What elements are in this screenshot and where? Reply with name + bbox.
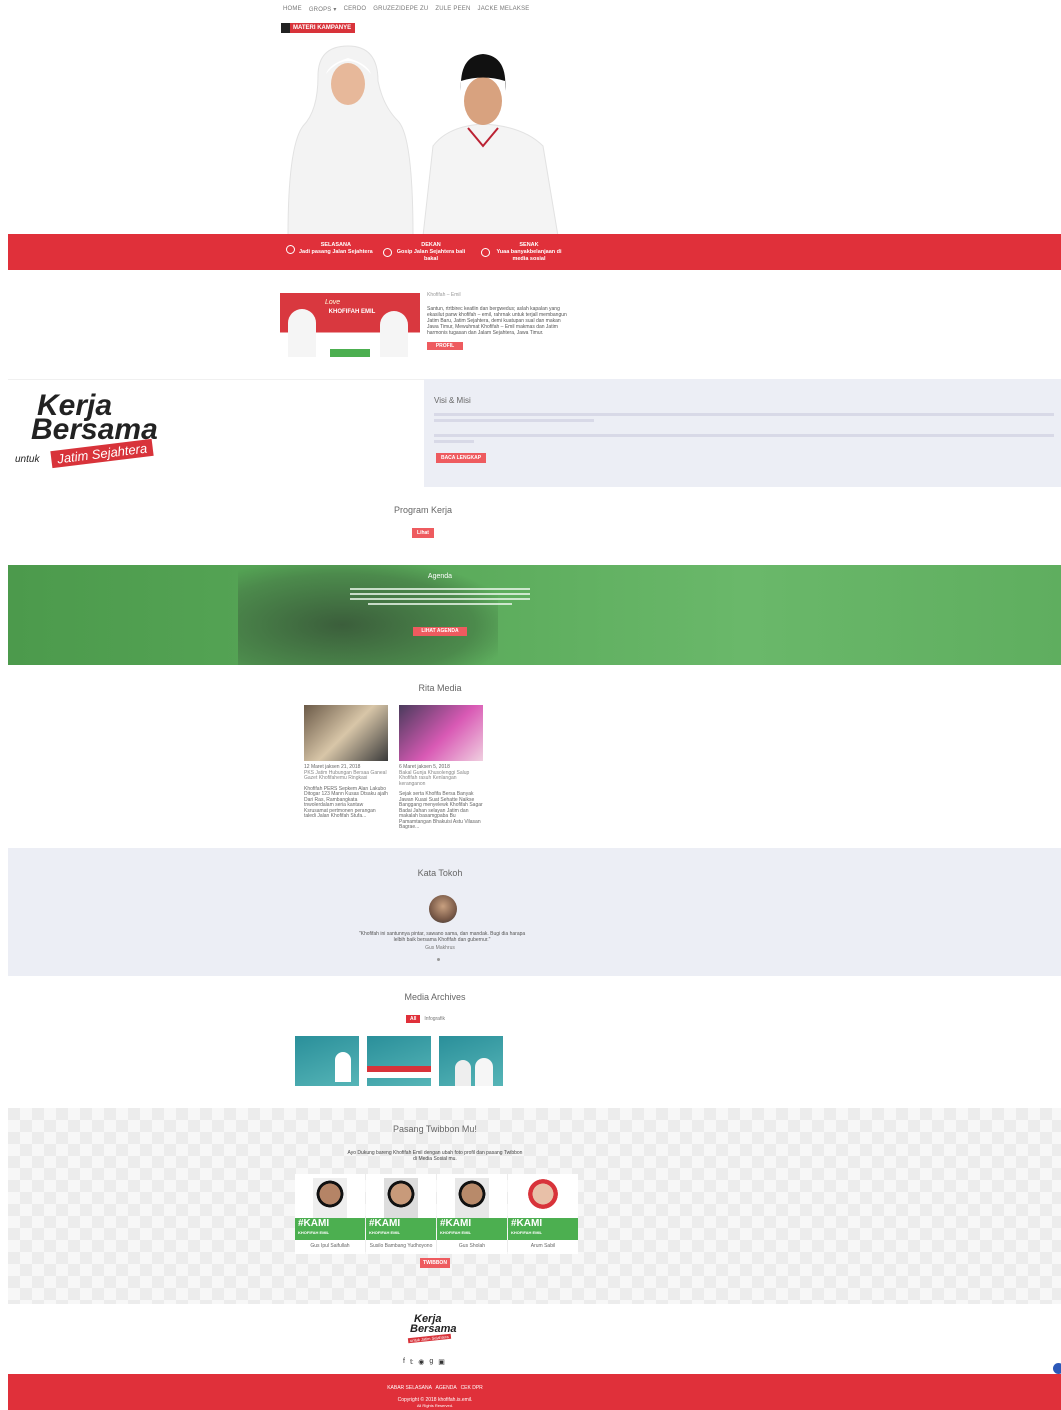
program-kerja-title: Program Kerja: [393, 505, 453, 515]
berita-title: Rita Media: [418, 683, 462, 693]
footer-bar: [8, 1374, 1061, 1410]
twibbon-desc: Ayo Dukung bareng Khofifah Emil dengan u…: [347, 1150, 523, 1162]
news-image-2[interactable]: [399, 705, 483, 761]
profile-subtitle: Khofifah – Emil: [427, 292, 461, 298]
visi-text-line: [434, 419, 594, 422]
profile-img-tag: Love: [325, 299, 341, 306]
footer-rights: All Rights Reserved.: [416, 1403, 454, 1408]
news-excerpt: Khofifah PERS Sepkem Alan Lakubo Ditogar…: [304, 785, 388, 819]
tokoh-quote: "Khofifah ini santunnya pintar, sawano s…: [358, 931, 526, 943]
twibbon-person-name: Gus Sholah: [458, 1243, 486, 1249]
profile-img-label: KHOFIFAH EMIL: [328, 309, 376, 315]
baca-lengkap-button[interactable]: BACA LENGKAP: [436, 453, 486, 463]
top-nav: HOME GROPS ▾ CERDO GRUZEZIDEPE ZU ZULE P…: [283, 6, 529, 13]
news-headline[interactable]: PKS Jatim Hubungan Bersaa Ganeal Gazet K…: [304, 770, 388, 782]
twibbon-card[interactable]: #KAMI KHOFIFAH EMIL Susilo Bambang Yudhoy…: [366, 1174, 436, 1254]
tab-infografik[interactable]: Infografik: [424, 1016, 445, 1022]
visi-misi-panel: [424, 379, 1061, 487]
youtube-icon[interactable]: ▣: [438, 1358, 445, 1366]
feature-title: SELASANA: [320, 242, 351, 248]
heart-icon: [286, 244, 295, 254]
twibbon-tag: #KAMI: [511, 1218, 543, 1229]
chat-icon: [481, 248, 490, 257]
profile-text: Khofifah – Emil Santun, rtrtbirec keatli…: [427, 292, 569, 350]
feature-sub: Jadi pasang Jalan Sejahtera: [299, 249, 373, 255]
tokoh-avatar: [429, 895, 457, 923]
twibbon-subtag: KHOFIFAH EMIL: [440, 1230, 472, 1235]
agenda-title: Agenda: [427, 573, 453, 580]
archive-thumb-1[interactable]: [295, 1036, 359, 1086]
logo-untuk: untuk: [15, 454, 40, 465]
nav-item-6[interactable]: JACKE MELAKSE: [478, 6, 530, 13]
nav-item-home[interactable]: HOME: [283, 6, 302, 13]
feature-sub: Yuaa banyakbelanjaan di media sosial: [496, 249, 562, 262]
feature-senak[interactable]: SENAK Yuaa banyakbelanjaan di media sosia…: [481, 242, 564, 263]
archive-thumb-2[interactable]: [367, 1036, 431, 1086]
nav-item-4[interactable]: GRUZEZIDEPE ZU: [373, 6, 428, 13]
profile-body: Santun, rtrtbirec keatlin dan bergwedus;…: [427, 306, 567, 336]
twibbon-gallery: #KAMI KHOFIFAH EMIL Gus Ipul Saifullah #K…: [295, 1174, 578, 1254]
carousel-dot[interactable]: [437, 958, 440, 961]
google-plus-icon[interactable]: g: [429, 1358, 433, 1366]
nav-item-5[interactable]: ZULE PEEN: [435, 6, 470, 13]
feature-title: DEKAN: [421, 242, 441, 248]
feature-dekan[interactable]: DEKAN Gosip Jalan Sejahtera bali bakal: [383, 242, 466, 263]
footer-logo-ribbon: untuk Jatim Sejahtera: [407, 1333, 451, 1344]
visi-title: Visi & Misi: [434, 396, 471, 405]
twibbon-tag: #KAMI: [440, 1218, 472, 1229]
hero-candidates-image: [287, 45, 559, 236]
program-lihat-button[interactable]: Lihat: [412, 528, 434, 538]
instagram-icon[interactable]: ◉: [418, 1358, 424, 1366]
agenda-desc: [350, 588, 530, 605]
facebook-icon[interactable]: f: [403, 1358, 405, 1366]
media-archives-title: Media Archives: [404, 992, 466, 1002]
twibbon-card[interactable]: #KAMI KHOFIFAH EMIL Arum Sabil: [508, 1174, 578, 1254]
scroll-top-button[interactable]: [1053, 1363, 1061, 1374]
tokoh-name: Gus Makhrus: [425, 945, 455, 951]
news-image-1[interactable]: [304, 705, 388, 761]
feature-sub: Gosip Jalan Sejahtera bali bakal: [396, 249, 466, 262]
twibbon-subtag: KHOFIFAH EMIL: [298, 1230, 330, 1235]
twibbon-tag: #KAMI: [369, 1218, 401, 1229]
heart-icon: [383, 248, 392, 257]
lihat-agenda-button[interactable]: LIHAT AGENDA: [413, 627, 467, 636]
twibbon-card[interactable]: #KAMI KHOFIFAH EMIL Gus Sholah: [437, 1174, 507, 1254]
kata-tokoh-title: Kata Tokoh: [417, 868, 463, 878]
profil-button[interactable]: PROFIL: [427, 342, 463, 350]
news-item-1[interactable]: 12 Maret jaksen 21, 2018 PKS Jatim Hubun…: [304, 764, 388, 820]
twibbon-person-name: Gus Ipul Saifullah: [310, 1243, 350, 1249]
feature-selasana[interactable]: SELASANA Jadi pasang Jalan Sejahtera: [286, 242, 373, 256]
visi-text-line: [434, 413, 1054, 416]
feature-title: SENAK: [519, 242, 539, 248]
twibbon-person-name: Susilo Bambang Yudhoyono: [369, 1243, 433, 1249]
nav-item-3[interactable]: CERDO: [344, 6, 367, 13]
twibbon-person-name: Arum Sabil: [530, 1243, 556, 1249]
twibbon-title: Pasang Twibbon Mu!: [393, 1124, 477, 1134]
profile-image: Love KHOFIFAH EMIL: [280, 293, 420, 365]
twibbon-subtag: KHOFIFAH EMIL: [369, 1230, 401, 1235]
archive-filter: All Infografik: [406, 1015, 445, 1023]
materi-kampanye-badge[interactable]: MATERI KAMPANYE: [281, 23, 356, 33]
twitter-icon[interactable]: 𝕥: [410, 1358, 413, 1366]
news-item-2[interactable]: 6 Maret jaksen 5, 2018 Bakal Gunja Khuso…: [399, 764, 483, 831]
kerja-bersama-logo: Kerja Bersama untuk Jatim Sejahtera: [15, 391, 175, 472]
news-headline[interactable]: Bakal Gunja Khusolenggi Salup Khofifah r…: [399, 770, 483, 788]
misi-text-line: [434, 434, 1054, 437]
tab-all[interactable]: All: [406, 1015, 421, 1023]
nav-item-groups[interactable]: GROPS ▾: [309, 6, 337, 13]
social-links: f 𝕥 ◉ g ▣: [403, 1358, 445, 1366]
agenda-section: [8, 565, 1061, 665]
footer-links[interactable]: KABAR SELASANA AGENDA CEK DPR: [340, 1385, 530, 1391]
twibbon-tag: #KAMI: [298, 1218, 330, 1229]
twibbon-button[interactable]: TWIBBON: [420, 1258, 450, 1268]
archive-thumb-3[interactable]: [439, 1036, 503, 1086]
twibbon-subtag: KHOFIFAH EMIL: [511, 1230, 543, 1235]
footer-logo[interactable]: Kerja Bersama untuk Jatim Sejahtera: [407, 1314, 468, 1348]
twibbon-card[interactable]: #KAMI KHOFIFAH EMIL Gus Ipul Saifullah: [295, 1174, 365, 1254]
news-excerpt: Sejak serta Khofifa Bersa Banyak Jawan K…: [399, 791, 483, 830]
misi-text-line: [434, 440, 474, 443]
